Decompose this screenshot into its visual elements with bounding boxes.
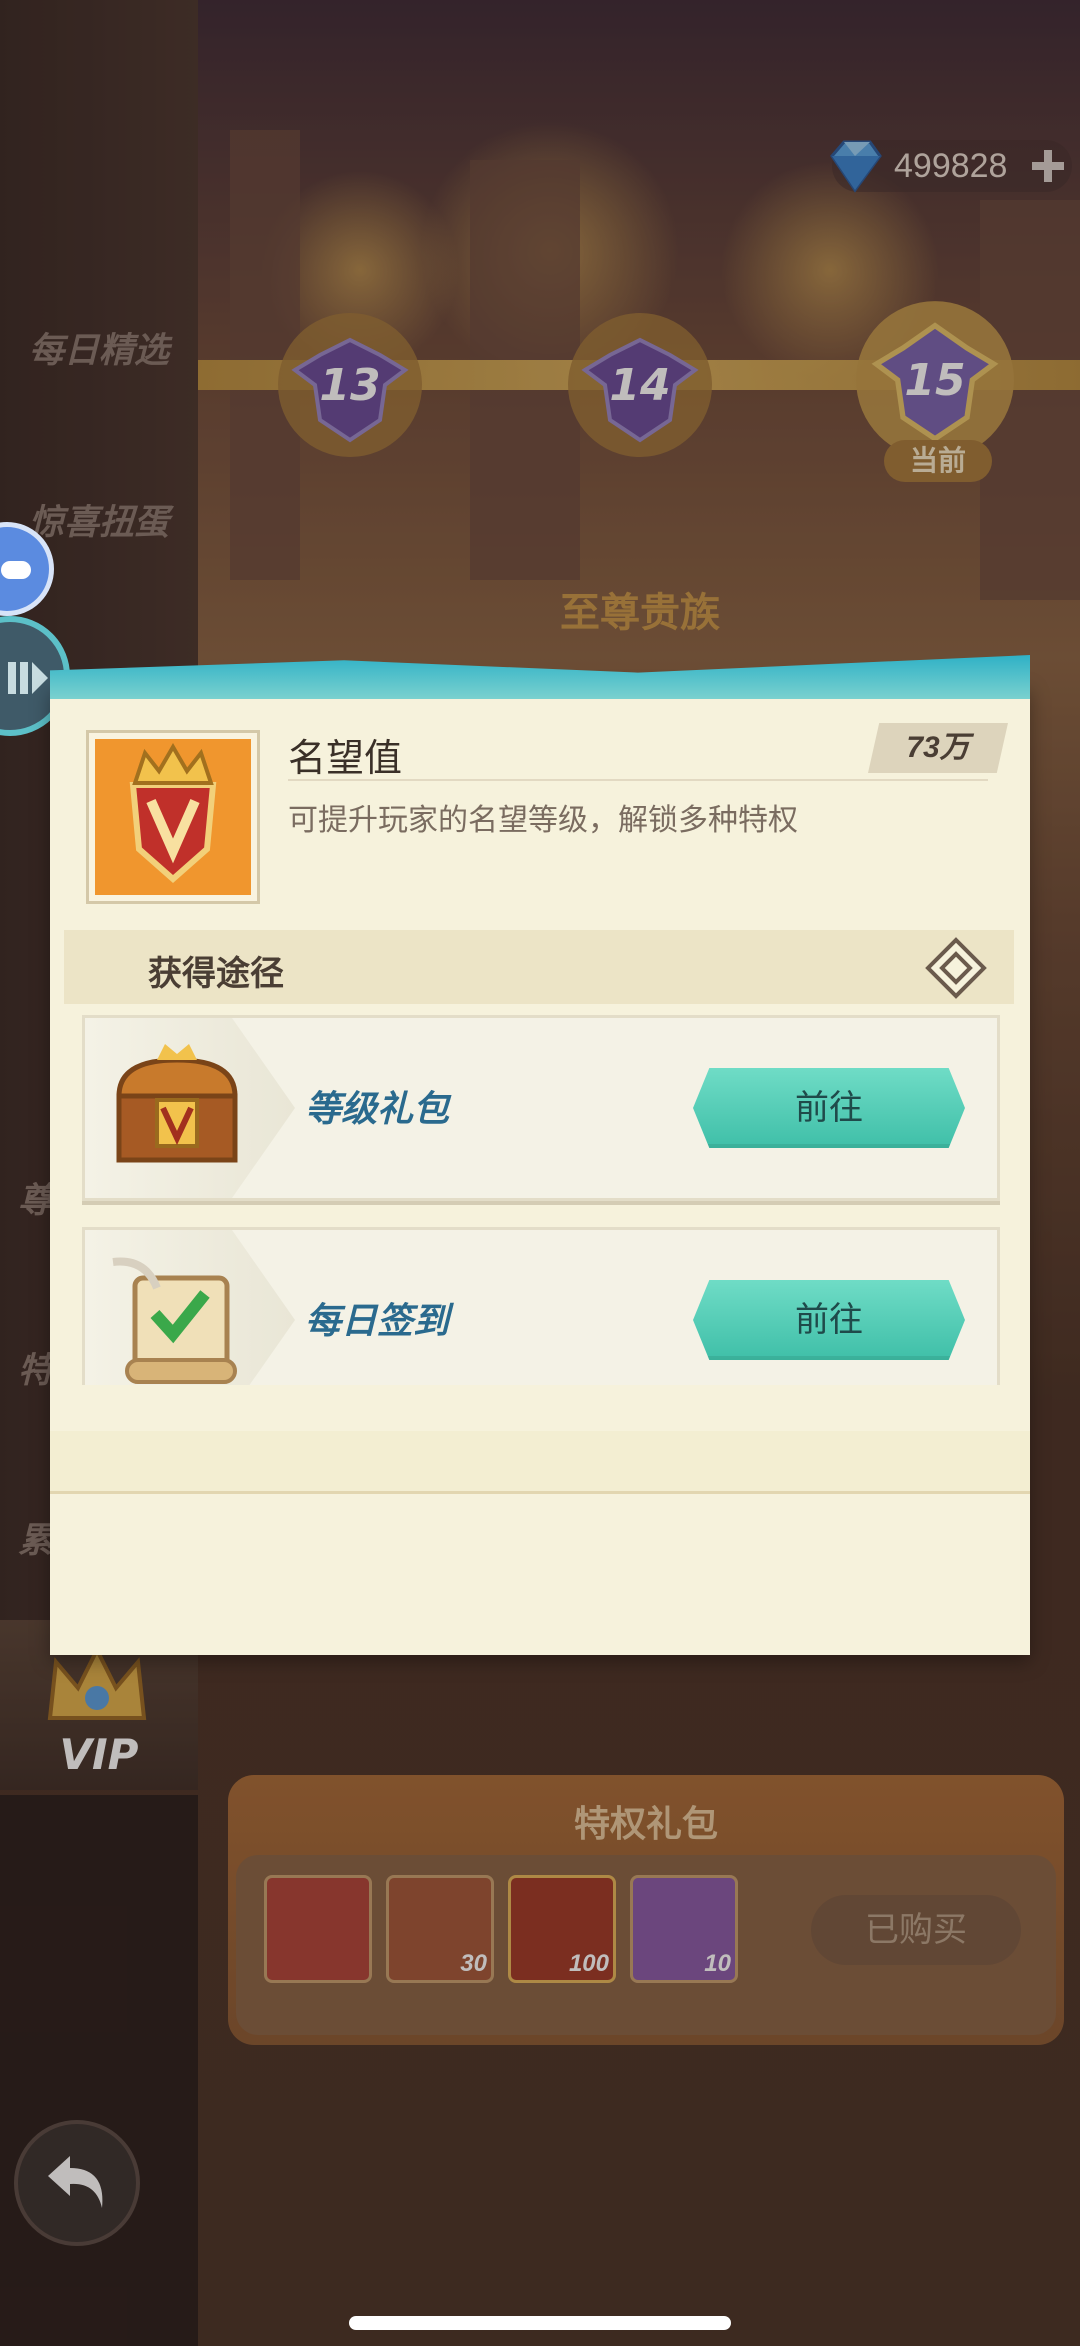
source-header-title: 获得途径 bbox=[148, 954, 284, 994]
modal-bottom-band bbox=[50, 1431, 1030, 1494]
modal-top-band bbox=[50, 655, 1030, 699]
treasure-chest-icon bbox=[105, 1036, 249, 1180]
collapse-diamond-icon[interactable] bbox=[924, 936, 988, 1000]
source-label: 每日签到 bbox=[305, 1301, 450, 1342]
source-row-level-pack[interactable]: 等级礼包 前往 bbox=[82, 1015, 1000, 1201]
source-header: 获得途径 bbox=[64, 930, 1014, 1004]
prestige-shield-icon bbox=[95, 739, 251, 895]
gamepad-icon bbox=[1, 557, 31, 587]
go-button[interactable]: 前往 bbox=[693, 1068, 965, 1148]
item-name: 名望值 bbox=[288, 736, 403, 780]
media-icon bbox=[8, 656, 48, 704]
source-row-daily-checkin[interactable]: 每日签到 前往 bbox=[82, 1227, 1000, 1385]
item-info-modal: 名望值 可提升玩家的名望等级，解锁多种特权 73万 获得途径 等级礼包 前往 每… bbox=[50, 655, 1030, 1655]
item-icon-frame bbox=[86, 730, 260, 904]
source-label: 等级礼包 bbox=[305, 1089, 450, 1130]
item-description: 可提升玩家的名望等级，解锁多种特权 bbox=[288, 803, 798, 838]
source-list[interactable]: 等级礼包 前往 每日签到 前往 bbox=[50, 1015, 1030, 1385]
home-indicator[interactable] bbox=[349, 2316, 731, 2330]
header-divider bbox=[288, 779, 988, 781]
modal-bottom bbox=[50, 1385, 1030, 1625]
go-button[interactable]: 前往 bbox=[693, 1280, 965, 1360]
item-amount-tag: 73万 bbox=[868, 723, 1008, 773]
scroll-checkmark-icon bbox=[105, 1248, 249, 1385]
